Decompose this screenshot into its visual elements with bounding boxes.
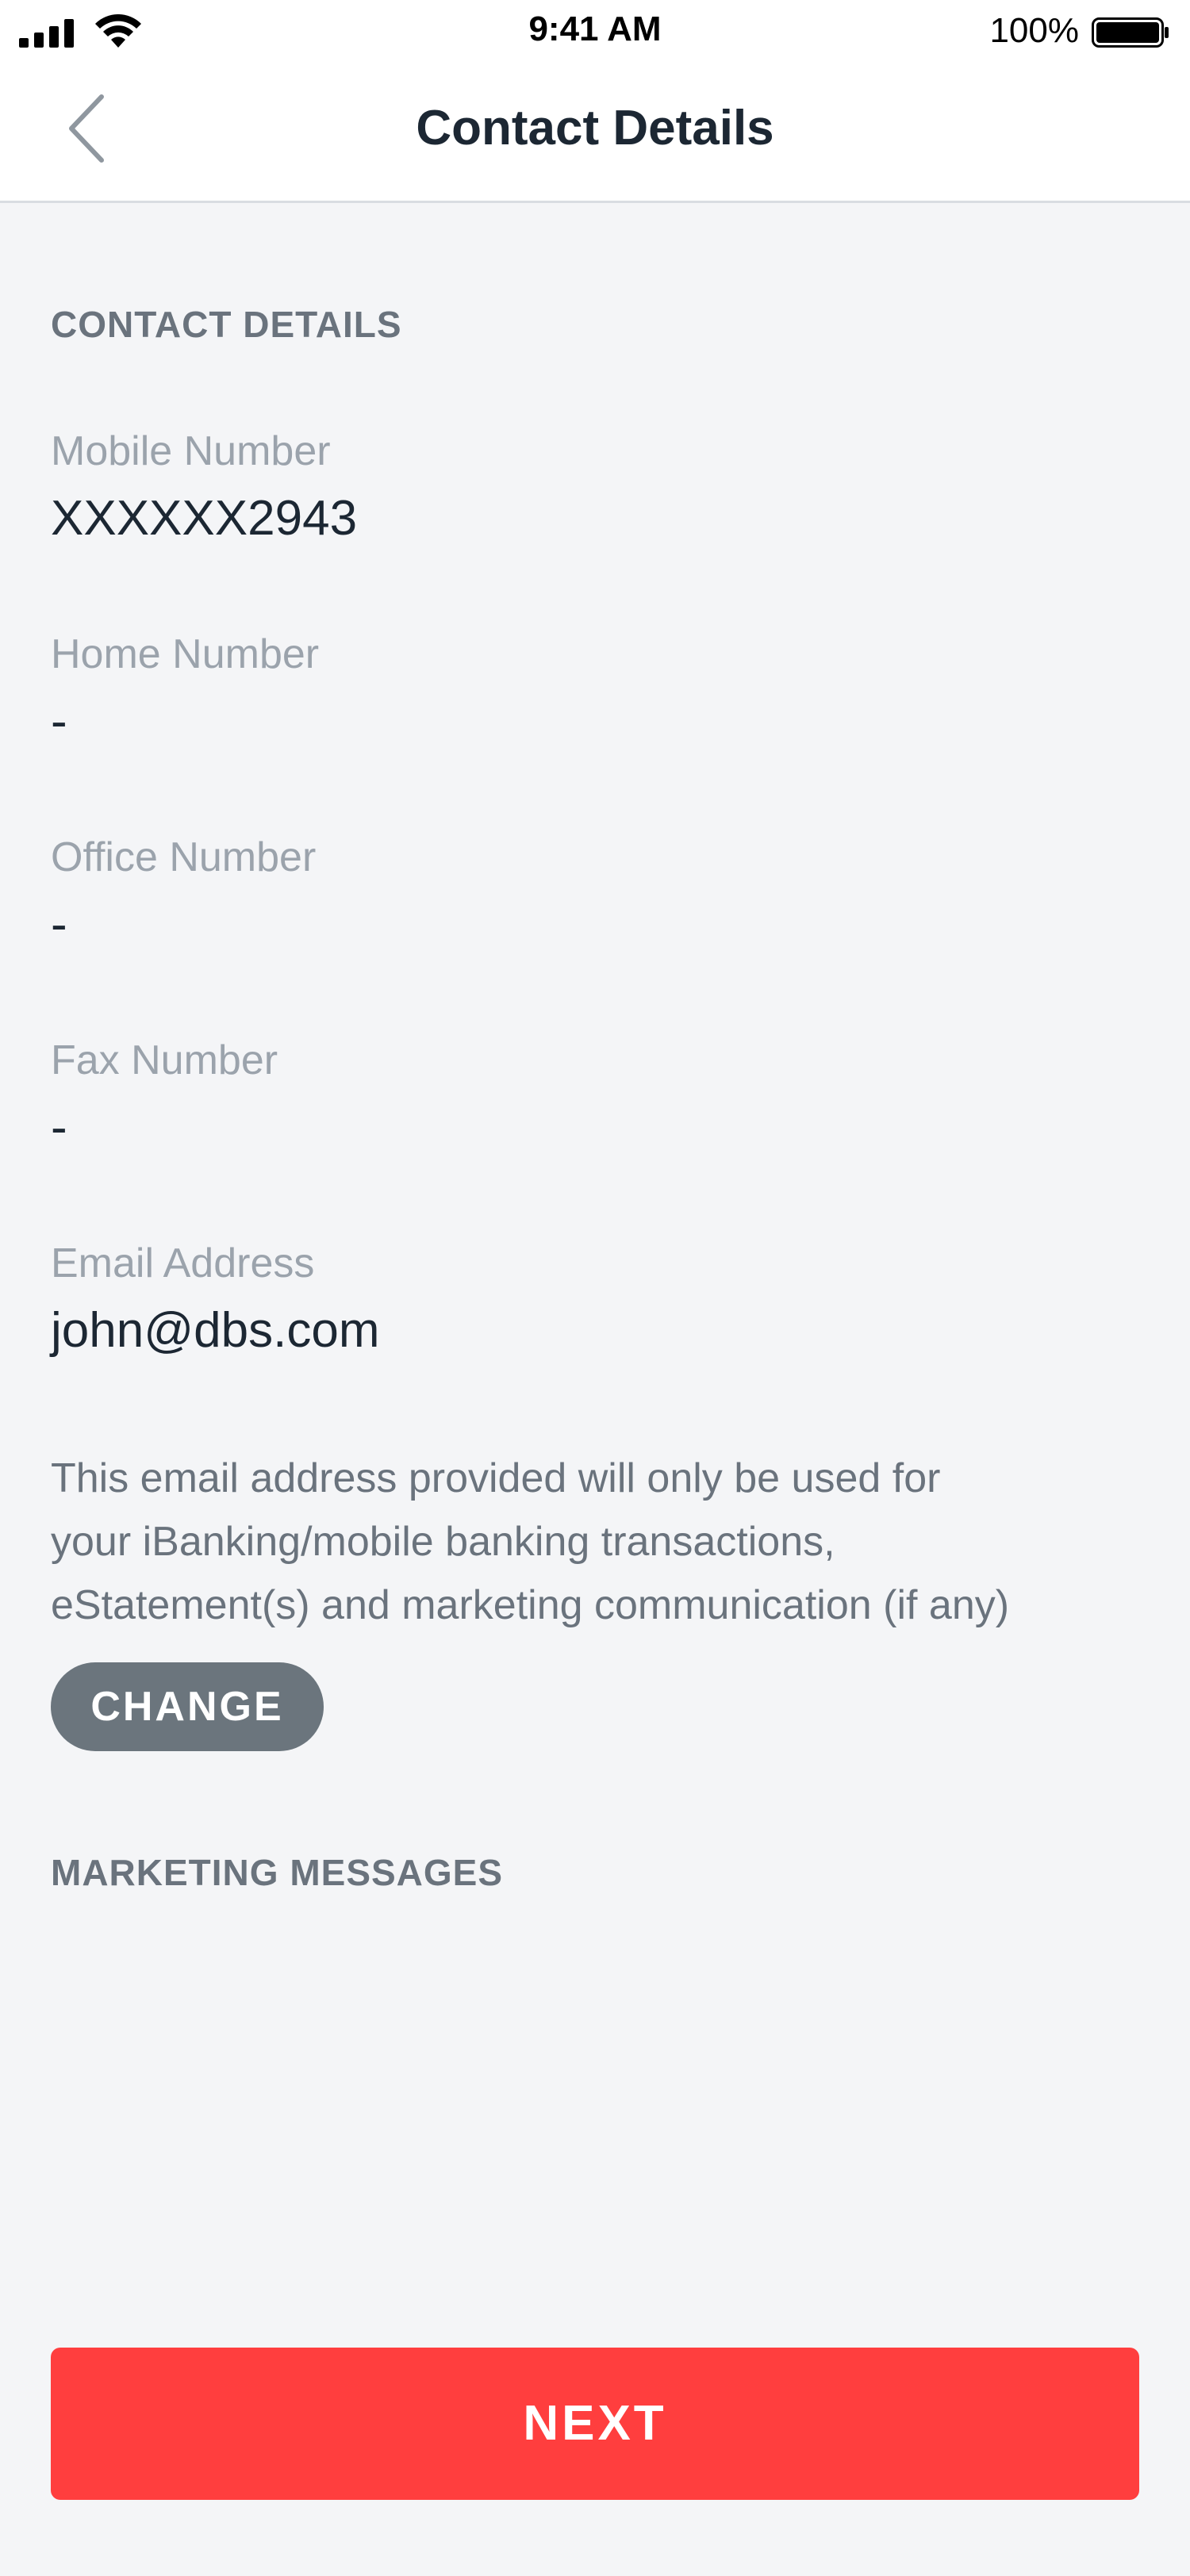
status-bar: 9:41 AM 100%: [0, 0, 1190, 65]
home-number-label: Home Number: [51, 631, 320, 677]
email-usage-disclaimer: This email address provided will only be…: [51, 1447, 1146, 1637]
fax-number-label: Fax Number: [51, 1037, 278, 1083]
disclaimer-line: This email address provided will only be…: [51, 1455, 941, 1501]
disclaimer-line: your iBanking/mobile banking transaction…: [51, 1519, 835, 1565]
disclaimer-line: eStatement(s) and marketing communicatio…: [51, 1582, 1010, 1628]
battery-icon: [1092, 17, 1169, 48]
battery-percentage: 100%: [989, 11, 1079, 50]
navigation-header: Contact Details: [0, 65, 1190, 203]
contact-details-section-header: CONTACT DETAILS: [51, 304, 402, 345]
fax-number-field: Fax Number -: [51, 1037, 1139, 1156]
marketing-messages-section-header: MARKETING MESSAGES: [51, 1852, 504, 1893]
next-button[interactable]: NEXT: [51, 2348, 1139, 2500]
email-address-label: Email Address: [51, 1240, 315, 1286]
email-address-field: Email Address john@dbs.com: [51, 1240, 1139, 1359]
fax-number-value: -: [51, 1099, 67, 1155]
office-number-value: -: [51, 896, 67, 952]
page-title: Contact Details: [416, 101, 774, 155]
office-number-field: Office Number -: [51, 834, 1139, 953]
email-address-value: john@dbs.com: [51, 1302, 380, 1358]
mobile-number-value: XXXXXX2943: [51, 490, 358, 546]
home-number-value: -: [51, 693, 67, 749]
change-email-button[interactable]: CHANGE: [51, 1662, 324, 1751]
office-number-label: Office Number: [51, 834, 317, 880]
mobile-number-field: Mobile Number XXXXXX2943: [51, 428, 1139, 546]
home-number-field: Home Number -: [51, 631, 1139, 749]
mobile-number-label: Mobile Number: [51, 428, 331, 474]
